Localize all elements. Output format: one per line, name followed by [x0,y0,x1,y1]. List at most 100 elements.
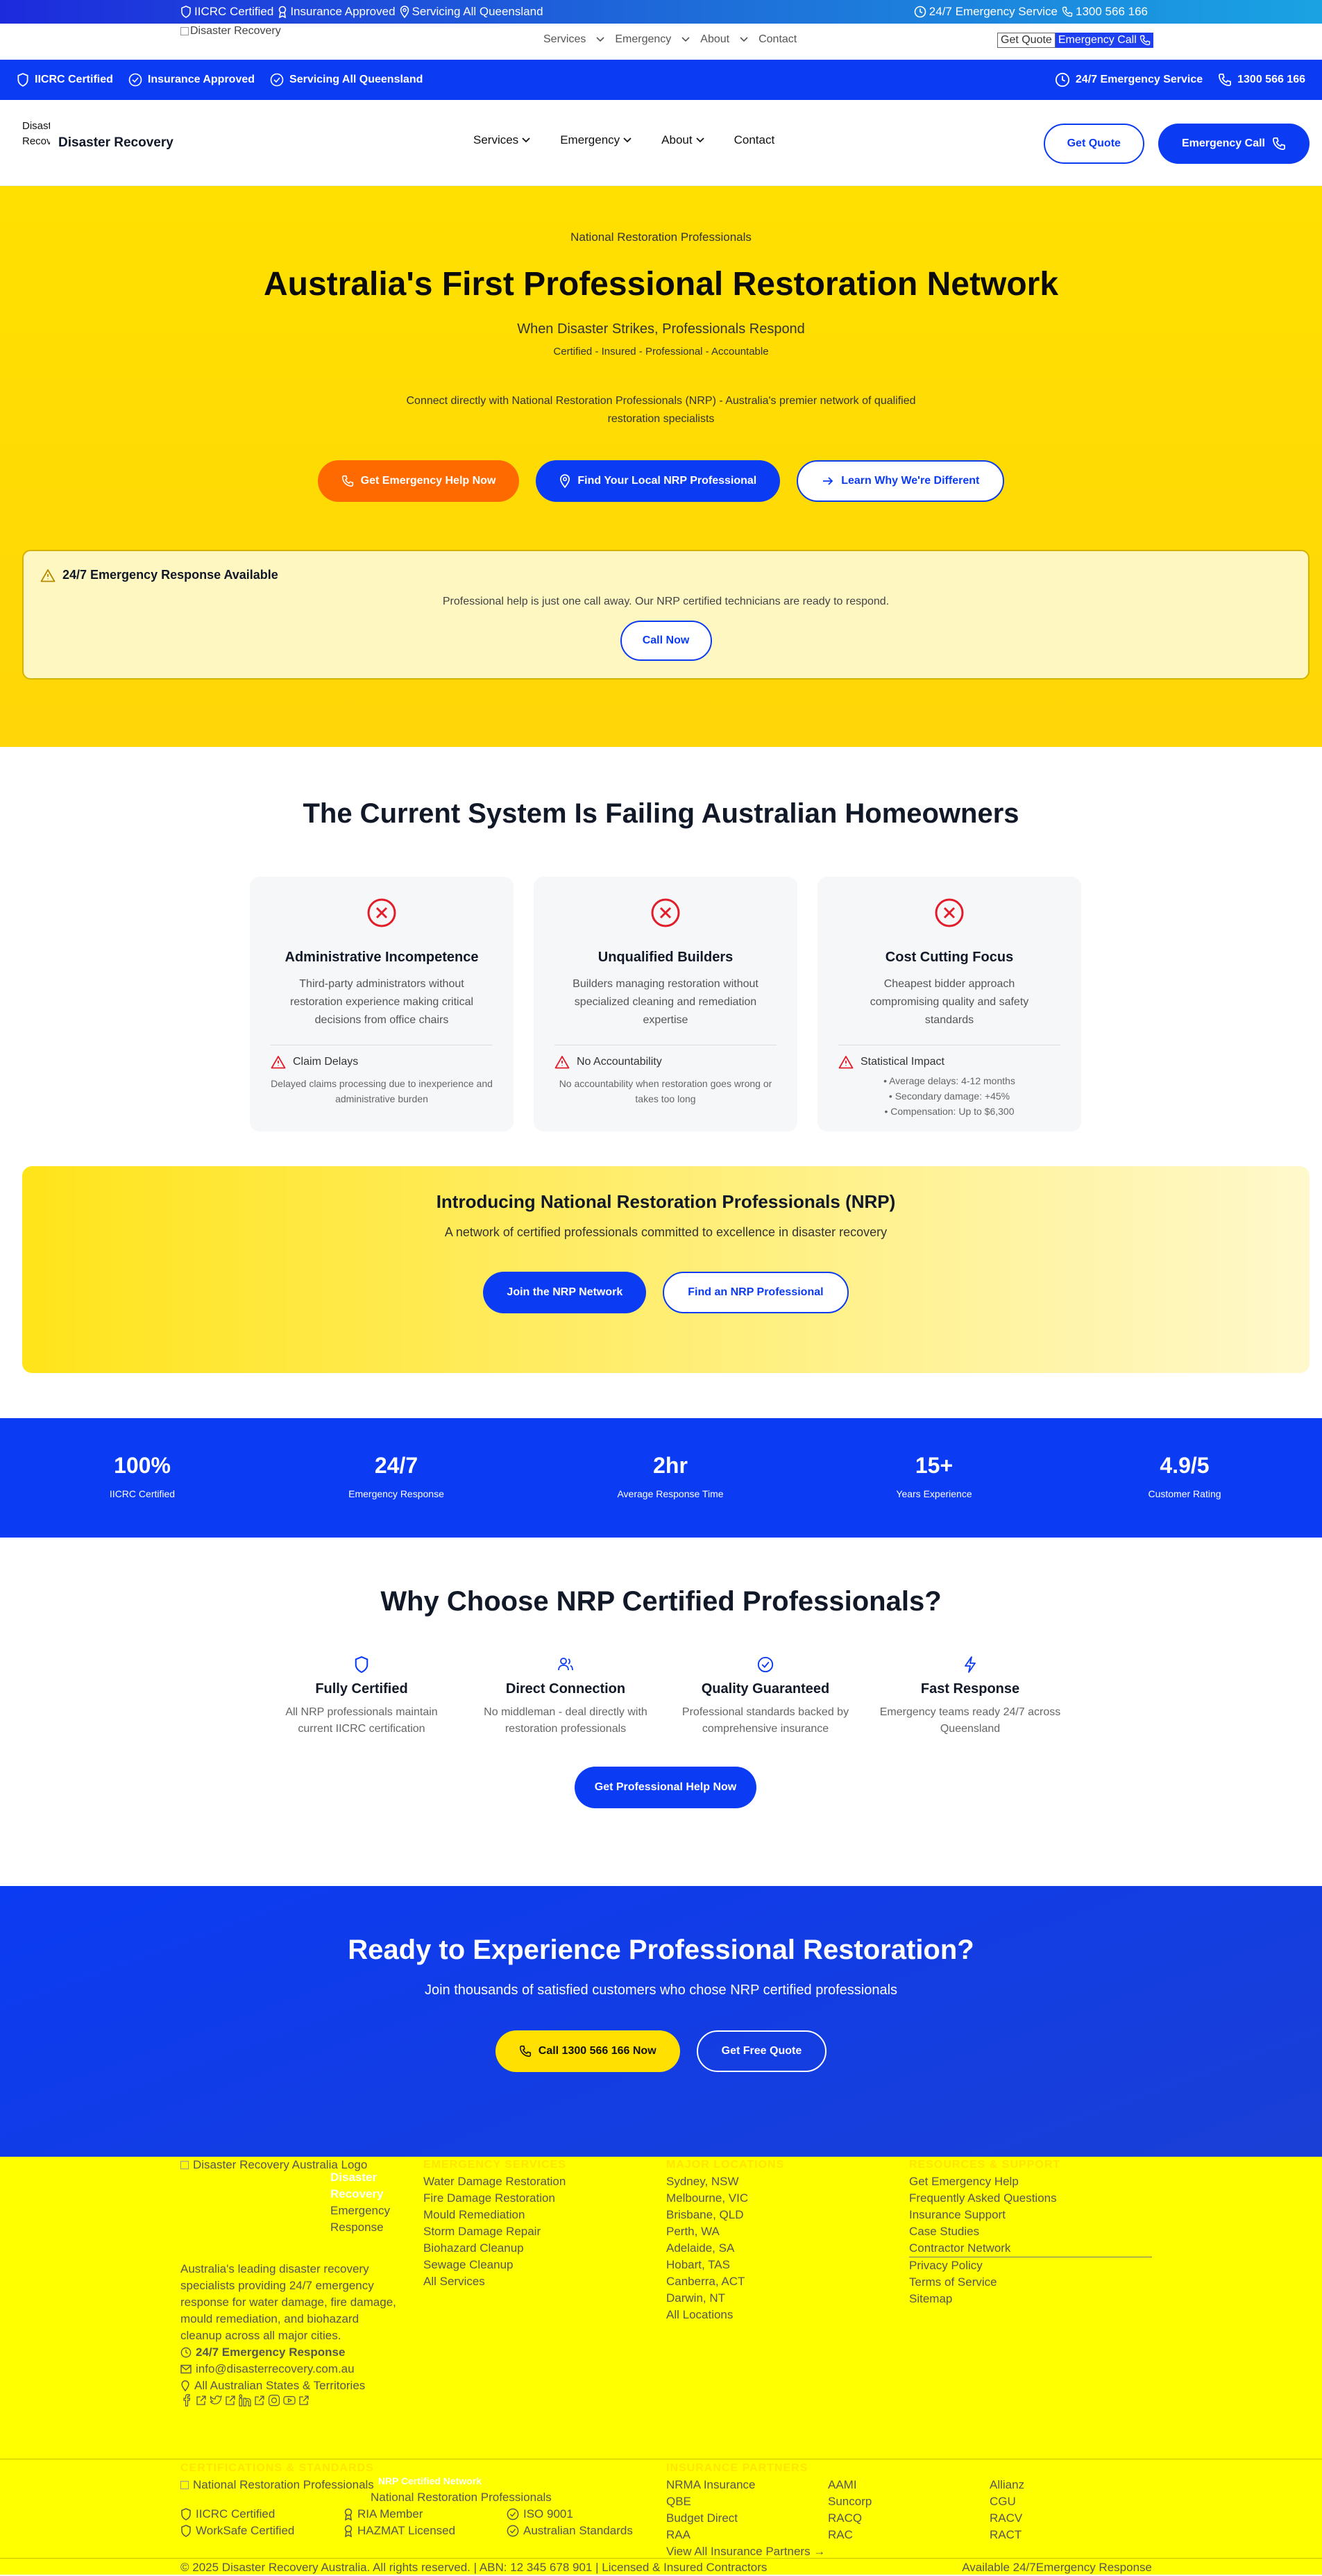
warning-icon [554,1056,570,1069]
footer-location-link[interactable]: Melbourne, VIC [666,2190,895,2207]
footer-about: Australia's leading disaster recovery sp… [180,2262,396,2342]
partner-name: QBE [666,2495,691,2508]
x-circle-icon [367,898,396,927]
stat-label: Emergency Response [348,1488,444,1499]
stat-item: 4.9/5 Customer Rating [1094,1453,1275,1499]
footer-resource-link[interactable]: Frequently Asked Questions [909,2190,1152,2207]
brand-name: Disaster Recovery [58,135,173,150]
footer-service-link[interactable]: Storm Damage Repair [423,2223,652,2240]
footer-resource-link[interactable]: Contractor Network [909,2240,1152,2257]
join-network-button[interactable]: Join the NRP Network [483,1272,647,1313]
chevron-down-icon [522,137,530,143]
call-now-cta-button[interactable]: Call 1300 566 166 Now [495,2030,680,2072]
footer-resource-link[interactable]: Terms of Service [909,2274,1152,2291]
twitter-icon[interactable] [210,2394,222,2407]
linkedin-icon[interactable] [239,2394,251,2407]
footer-location-link[interactable]: All Locations [666,2307,895,2323]
stray-logo-broken-image[interactable]: Disaster Recovery [180,25,281,37]
partner-name: RAC [828,2528,853,2541]
ready-title: Ready to Experience Professional Restora… [348,1935,974,1965]
footer-resource-link[interactable]: Get Emergency Help [909,2173,1152,2190]
learn-different-button[interactable]: Learn Why We're Different [797,460,1005,502]
footer-services-heading: EMERGENCY SERVICES [423,2159,566,2171]
footer-location-link[interactable]: Sydney, NSW [666,2173,895,2190]
x-circle-icon [935,898,964,927]
cert-badge: Australian Standards [507,2523,638,2539]
footer-location-link[interactable]: Perth, WA [666,2223,895,2240]
alert-text: Professional help is just one call away.… [442,596,890,607]
footer-location-link[interactable]: Canberra, ACT [666,2273,895,2290]
site-logo[interactable]: Disaster Recovery Disaster Recovery [22,119,173,167]
stray-call-button[interactable]: Emergency Call [1055,33,1153,48]
footer-service-link[interactable]: Water Damage Restoration [423,2173,652,2190]
footer-location-link[interactable]: Brisbane, QLD [666,2207,895,2223]
stat-list-item: • Compensation: Up to $6,300 [884,1106,1015,1117]
footer-service-link[interactable]: Mould Remediation [423,2207,652,2223]
hero-title: Australia's First Professional Restorati… [263,266,1059,303]
nrp-subtitle: National Restoration Professionals [371,2491,552,2504]
check-circle-icon [757,1656,774,1673]
find-local-button[interactable]: Find Your Local NRP Professional [536,460,781,502]
youtube-icon[interactable] [283,2394,296,2407]
footer-service-link[interactable]: Sewage Cleanup [423,2257,652,2273]
footer-location-link[interactable]: Hobart, TAS [666,2257,895,2273]
feature-desc: Emergency teams ready 24/7 across Queens… [879,1706,1061,1735]
menu-emergency[interactable]: Emergency [560,133,632,147]
phone-icon [1272,137,1285,151]
stat-list-item: • Secondary damage: +45% [888,1091,1010,1102]
menu-contact[interactable]: Contact [734,133,775,147]
free-quote-button[interactable]: Get Free Quote [696,2030,827,2072]
feature-item: Direct Connection No middleman - deal di… [475,1656,656,1737]
stray-nav-services[interactable]: Services [543,33,605,46]
social-links [180,2394,409,2407]
footer-service-link[interactable]: All Services [423,2273,652,2290]
emergency-help-button[interactable]: Get Emergency Help Now [317,460,520,502]
feature-desc: All NRP professionals maintain current I… [285,1706,438,1735]
licensed-text: Licensed & Insured Contractors [602,2561,768,2574]
partner-name: RACV [990,2511,1023,2525]
stray-top-item: Insurance Approved [278,5,396,19]
phone-link[interactable]: 1300 566 166 [1218,73,1305,87]
problem-card: Unqualified Builders Builders managing r… [534,877,797,1131]
footer-service-link[interactable]: Fire Damage Restoration [423,2190,652,2207]
logo-broken-image: Disaster Recovery [22,119,50,147]
stray-nav-emergency[interactable]: Emergency [615,33,690,46]
menu-about[interactable]: About [661,133,704,147]
partner-name: Allianz [990,2478,1025,2491]
find-professional-button[interactable]: Find an NRP Professional [663,1272,849,1313]
clock-icon [914,6,926,18]
footer-service-link[interactable]: Biohazard Cleanup [423,2240,652,2257]
feature-desc: No middleman - deal directly with restor… [484,1706,647,1735]
stat-label: Average Response Time [617,1488,724,1499]
emergency-call-button[interactable]: Emergency Call [1158,124,1310,164]
stat-label: Years Experience [896,1488,972,1499]
instagram-icon[interactable] [268,2394,280,2407]
footer-location-link[interactable]: Darwin, NT [666,2290,895,2307]
nrp-intro-banner: Introducing National Restoration Profess… [22,1166,1310,1373]
check-circle-icon [507,2525,519,2537]
footer-resources-heading: RESOURCES & SUPPORT [909,2159,1061,2171]
footer-resource-link[interactable]: Sitemap [909,2291,1152,2307]
partner-name: NRMA Insurance [666,2478,756,2491]
call-now-button[interactable]: Call Now [620,621,712,661]
footer-resource-link[interactable]: Privacy Policy [909,2257,1152,2274]
hero-description: Connect directly with National Restorati… [406,395,916,425]
stray-nav-about[interactable]: About [700,33,749,46]
stray-nav-contact[interactable]: Contact [759,33,797,46]
cert-badge: IICRC Certified [180,2506,344,2523]
footer-locations-heading: MAJOR LOCATIONS [666,2159,785,2171]
stray-phone-link[interactable]: 1300 566 166 [1062,5,1148,19]
footer-location-link[interactable]: Adelaide, SA [666,2240,895,2257]
partner-name: CGU [990,2495,1016,2508]
card-stat-desc: Delayed claims processing due to inexper… [271,1078,493,1104]
footer-email-link[interactable]: info@disasterrecovery.com.au [180,2361,409,2377]
stray-quote-button[interactable]: Get Quote [997,33,1056,48]
footer-resource-link[interactable]: Insurance Support [909,2207,1152,2223]
get-quote-button[interactable]: Get Quote [1043,124,1144,164]
menu-services[interactable]: Services [473,133,531,147]
partner-name: Budget Direct [666,2511,738,2525]
professional-help-button[interactable]: Get Professional Help Now [575,1767,756,1808]
facebook-icon[interactable] [180,2394,193,2407]
stat-item: 2hr Average Response Time [580,1453,761,1499]
footer-resource-link[interactable]: Case Studies [909,2223,1152,2240]
